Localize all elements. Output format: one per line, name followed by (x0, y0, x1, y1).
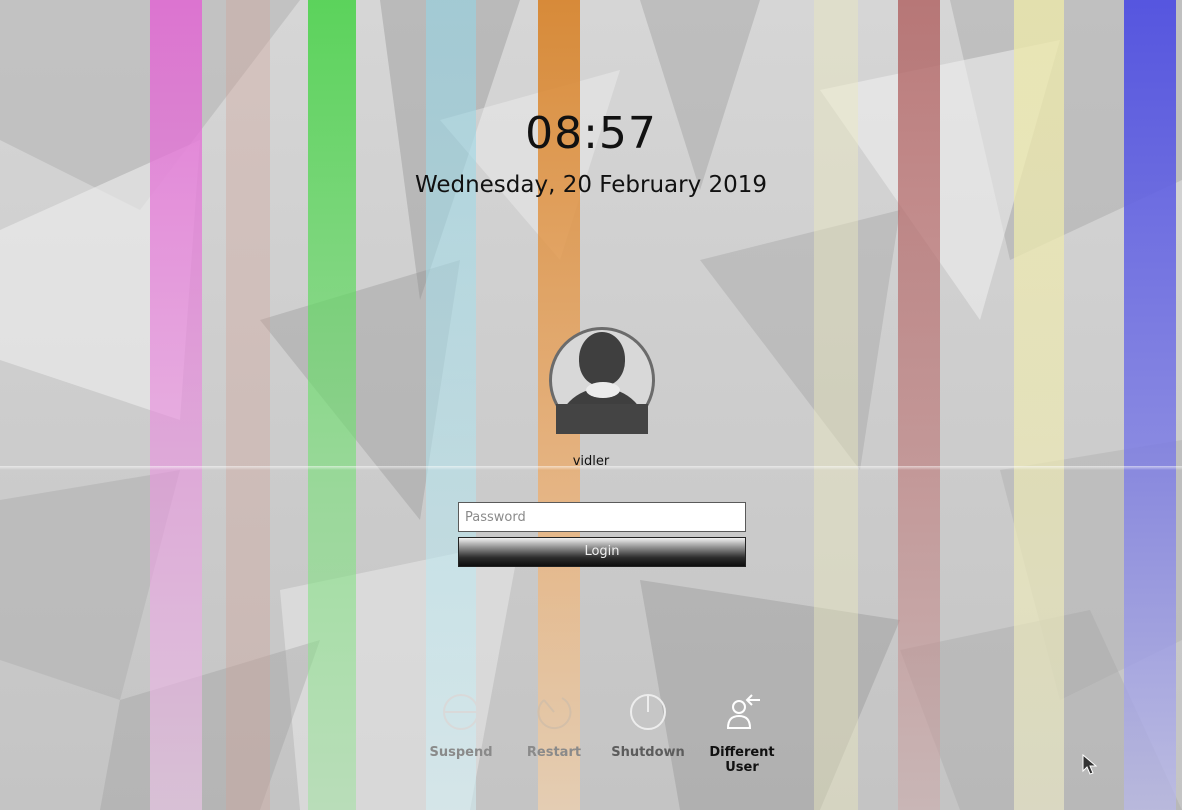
lock-screen: 08:57 Wednesday, 20 February 2019 vidler… (0, 0, 1182, 810)
shutdown-label: Shutdown (611, 745, 685, 760)
suspend-label: Suspend (429, 745, 493, 760)
suspend-button[interactable]: Suspend (411, 692, 511, 760)
clock-time: 08:57 (525, 108, 657, 159)
restart-button[interactable]: Restart (504, 692, 604, 760)
shutdown-icon (630, 694, 666, 730)
suspend-icon (443, 694, 479, 730)
different-user-label: Different User (709, 745, 775, 775)
username-label: vidler (572, 454, 610, 469)
clock-date: Wednesday, 20 February 2019 (414, 172, 768, 198)
avatar-head (579, 332, 625, 386)
shutdown-button[interactable]: Shutdown (598, 692, 698, 760)
avatar-base (556, 404, 648, 434)
restart-icon (537, 697, 572, 730)
restart-label: Restart (526, 745, 582, 760)
avatar-neck (586, 382, 620, 398)
different-user-button[interactable]: Different User (692, 692, 792, 775)
login-button[interactable]: Login (458, 537, 746, 567)
switch-user-icon (726, 694, 760, 729)
mouse-pointer-icon (1082, 754, 1098, 775)
password-input[interactable] (458, 502, 746, 532)
